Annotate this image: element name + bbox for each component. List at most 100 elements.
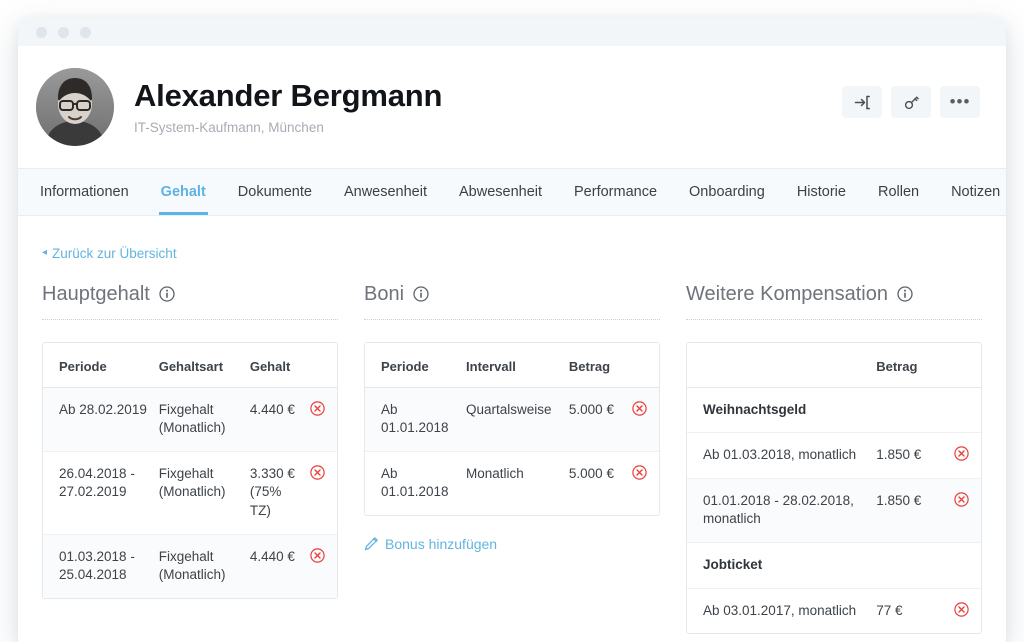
table-hauptgehalt: Periode Gehaltsart Gehalt Ab 28.02.2019 … <box>43 342 337 598</box>
cell-gehalt: 4.440 € <box>245 387 305 452</box>
column-header-periode: Periode <box>365 342 463 388</box>
cell-intervall: Quartalsweise <box>462 387 565 452</box>
delete-row-button[interactable] <box>954 492 969 507</box>
cell-intervall: Monatlich <box>466 465 524 481</box>
delete-row-button[interactable] <box>310 400 325 416</box>
table-row: Ab 03.01.2017, monatlich 77 € <box>687 588 981 633</box>
tab-notizen[interactable]: Notizen <box>935 169 1006 215</box>
column-kompensation: Weitere Kompensation Betrag Weihnachtsge… <box>686 283 982 635</box>
tab-onboarding[interactable]: Onboarding <box>673 169 781 215</box>
column-header-blank <box>687 342 873 388</box>
window-titlebar <box>18 18 1006 46</box>
section-label: Weitere Kompensation <box>686 282 888 305</box>
group-row-weihnachtsgeld: Weihnachtsgeld <box>687 387 981 434</box>
delete-row-button[interactable] <box>954 601 969 617</box>
window-maximize-dot[interactable] <box>80 26 91 38</box>
delete-circle-icon <box>310 400 325 416</box>
delete-row-button[interactable] <box>310 547 325 563</box>
info-icon[interactable] <box>897 286 913 302</box>
column-header-periode: Periode <box>43 342 155 388</box>
tab-abwesenheit[interactable]: Abwesenheit <box>443 169 558 215</box>
identity-block: Alexander Bergmann IT-System-Kaufmann, M… <box>134 78 442 136</box>
person-role: IT-System-Kaufmann, München <box>134 120 324 136</box>
tab-label: Informationen <box>40 184 129 200</box>
table-row: Ab 28.02.2019 Fixgehalt (Monatlich) 4.44… <box>43 387 337 452</box>
group-row-jobticket: Jobticket <box>687 542 981 589</box>
avatar[interactable] <box>36 68 114 146</box>
salary-columns: Hauptgehalt Periode Gehaltsart Gehalt Ab… <box>42 283 982 635</box>
cell-actions <box>943 588 981 633</box>
tab-label: Dokumente <box>237 184 312 200</box>
password-button[interactable] <box>891 86 931 118</box>
table-card-hauptgehalt: Periode Gehaltsart Gehalt Ab 28.02.2019 … <box>42 341 338 599</box>
app-window: Alexander Bergmann IT-System-Kaufmann, M… <box>18 18 1006 642</box>
table-boni: Periode Intervall Betrag Ab 01.01.2018 Q… <box>365 342 659 516</box>
delete-circle-icon <box>954 601 969 617</box>
login-as-button[interactable] <box>842 86 882 118</box>
tab-dokumente[interactable]: Dokumente <box>222 169 328 215</box>
delete-circle-icon <box>310 547 325 563</box>
pencil-icon <box>364 537 378 551</box>
info-icon[interactable] <box>413 286 429 302</box>
cell-actions <box>942 478 981 544</box>
cell-periode: 26.04.2018 - 27.02.2019 <box>43 451 155 535</box>
key-icon <box>904 96 919 109</box>
column-header-intervall: Intervall <box>462 342 565 388</box>
cell-periode: 01.03.2018 - 25.04.2018 <box>43 534 155 598</box>
tab-performance[interactable]: Performance <box>558 169 673 215</box>
cell-betrag: 1.850 € <box>872 432 943 479</box>
cell-gehaltsart: Fixgehalt (Monatlich) <box>154 534 246 598</box>
avatar-photo-icon <box>36 68 114 146</box>
column-header-gehalt: Gehalt <box>245 342 305 388</box>
section-title-kompensation: Weitere Kompensation <box>686 283 982 320</box>
cell-betrag: 5.000 € <box>568 465 614 481</box>
table-header-row: Betrag <box>687 342 981 388</box>
column-boni: Boni Periode Intervall Betrag Ab 01.01.2… <box>364 283 686 635</box>
column-header-betrag: Betrag <box>564 342 627 388</box>
tab-informationen[interactable]: Informationen <box>40 169 145 215</box>
delete-row-button[interactable] <box>310 465 325 480</box>
tab-label: Notizen <box>951 184 1001 200</box>
tab-anwesenheit[interactable]: Anwesenheit <box>328 169 443 215</box>
delete-row-button[interactable] <box>954 446 969 461</box>
table-kompensation: Betrag Weihnachtsgeld Ab 01.03.2018, mon… <box>687 342 981 634</box>
add-bonus-link[interactable]: Bonus hinzufügen <box>364 536 497 552</box>
table-card-kompensation: Betrag Weihnachtsgeld Ab 01.03.2018, mon… <box>686 341 982 635</box>
table-row: 26.04.2018 - 27.02.2019 Fixgehalt (Monat… <box>43 451 337 535</box>
table-row: 01.01.2018 - 28.02.2018, monatlich 1.850… <box>687 478 981 544</box>
cell-betrag: 77 € <box>876 602 903 618</box>
back-to-overview-link[interactable]: ◂ Zurück zur Übersicht <box>42 246 177 261</box>
add-bonus-label: Bonus hinzufügen <box>385 536 498 552</box>
tab-gehalt[interactable]: Gehalt <box>145 169 222 215</box>
profile-header: Alexander Bergmann IT-System-Kaufmann, M… <box>18 46 1006 168</box>
delete-circle-icon <box>954 492 969 507</box>
cell-actions <box>304 534 337 598</box>
cell-periode: Ab 03.01.2017, monatlich <box>703 602 857 618</box>
window-close-dot[interactable] <box>36 26 47 38</box>
tab-historie[interactable]: Historie <box>781 169 862 215</box>
info-icon-glyph <box>159 286 175 302</box>
cell-actions <box>942 432 981 479</box>
cell-actions <box>626 387 659 452</box>
table-card-boni: Periode Intervall Betrag Ab 01.01.2018 Q… <box>364 341 660 516</box>
info-icon[interactable] <box>159 286 175 302</box>
cell-actions <box>627 451 659 515</box>
table-row: Ab 01.01.2018 Quartalsweise 5.000 € <box>365 387 659 452</box>
tab-label: Abwesenheit <box>458 184 543 200</box>
delete-circle-icon <box>310 465 325 480</box>
more-options-button[interactable]: ••• <box>940 86 980 118</box>
section-label: Hauptgehalt <box>42 282 150 305</box>
nav-tabs: Informationen Gehalt Dokumente Anwesenhe… <box>18 168 1006 216</box>
back-link-label: Zurück zur Übersicht <box>52 245 177 261</box>
cell-gehalt: 4.440 € <box>245 534 305 598</box>
window-minimize-dot[interactable] <box>58 26 69 38</box>
delete-row-button[interactable] <box>632 465 647 480</box>
info-icon-glyph <box>413 286 429 302</box>
tab-rollen[interactable]: Rollen <box>862 169 935 215</box>
tab-label: Gehalt <box>160 184 206 200</box>
pencil-icon-glyph <box>364 537 378 551</box>
delete-row-button[interactable] <box>632 400 647 416</box>
column-header-actions <box>942 342 981 388</box>
group-label: Jobticket <box>687 542 981 589</box>
cell-gehaltsart: Fixgehalt (Monatlich) <box>154 451 246 535</box>
